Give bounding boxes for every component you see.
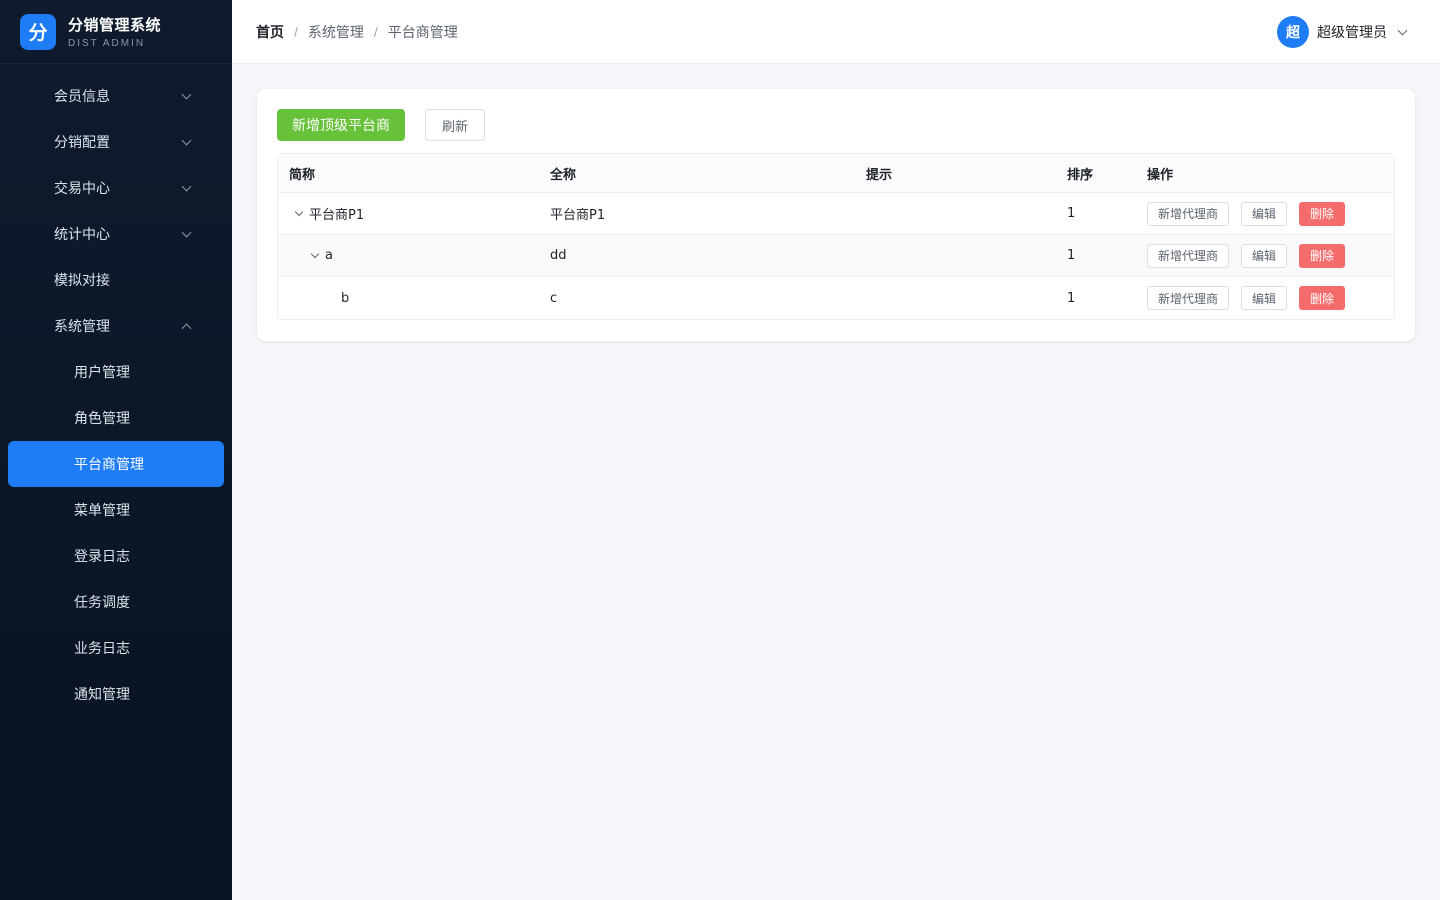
sidebar-item-system-management[interactable]: 系统管理 — [0, 303, 232, 349]
sidebar-subitem-menu-management[interactable]: 菜单管理 — [0, 487, 232, 533]
chevron-down-icon — [181, 181, 192, 192]
delete-button[interactable]: 删除 — [1299, 286, 1346, 310]
edit-button[interactable]: 编辑 — [1241, 243, 1288, 268]
chevron-down-icon — [1397, 25, 1408, 35]
sidebar-item-label: 交易中心 — [54, 181, 110, 197]
sidebar-subitem-role-management[interactable]: 角色管理 — [0, 395, 232, 441]
add-agent-button[interactable]: 新增代理商 — [1147, 201, 1230, 226]
cell-sort: 1 — [1067, 290, 1076, 306]
chevron-down-icon — [181, 135, 192, 146]
user-menu[interactable]: 超 超级管理员 — [1277, 16, 1408, 48]
breadcrumb-home[interactable]: 首页 — [256, 22, 284, 42]
breadcrumb-separator: / — [294, 23, 298, 40]
toolbar: 新增顶级平台商 刷新 — [277, 109, 1395, 141]
chevron-down-icon — [181, 89, 192, 100]
header-short-name: 简称 — [289, 167, 316, 183]
brand-title: 分销管理系统 — [68, 16, 162, 34]
sidebar-item-label: 会员信息 — [54, 89, 110, 105]
sidebar-subitem-task-scheduling[interactable]: 任务调度 — [0, 579, 232, 625]
brand: 分 分销管理系统 DIST ADMIN — [0, 0, 232, 64]
sidebar-item-label: 系统管理 — [54, 319, 110, 335]
header-hint: 提示 — [866, 167, 893, 183]
sidebar-item-mock-integration[interactable]: 模拟对接 — [0, 257, 232, 303]
delete-button[interactable]: 删除 — [1299, 243, 1346, 268]
edit-button[interactable]: 编辑 — [1241, 286, 1288, 310]
sidebar-item-stats-center[interactable]: 统计中心 — [0, 211, 232, 257]
cell-sort: 1 — [1067, 248, 1076, 263]
cell-full-name: c — [550, 290, 558, 306]
sidebar-subitem-user-management[interactable]: 用户管理 — [0, 349, 232, 395]
cell-sort: 1 — [1067, 206, 1076, 221]
breadcrumb-current: 平台商管理 — [387, 24, 458, 41]
platform-table: 简称 全称 提示 排序 操作 平台商P1 平台商P1 1 新增代理商 编辑 删除 — [277, 153, 1395, 320]
cell-full-name: dd — [550, 248, 567, 263]
add-top-platform-button[interactable]: 新增顶级平台商 — [277, 109, 405, 141]
table-row: a dd 1 新增代理商 编辑 删除 — [278, 235, 1394, 277]
add-agent-button[interactable]: 新增代理商 — [1147, 243, 1230, 268]
header-full-name: 全称 — [550, 167, 577, 183]
table-row: b c 1 新增代理商 编辑 删除 — [278, 277, 1394, 319]
edit-button[interactable]: 编辑 — [1241, 201, 1288, 226]
add-agent-button[interactable]: 新增代理商 — [1147, 286, 1230, 310]
sidebar-subitem-business-log[interactable]: 业务日志 — [0, 625, 232, 671]
sidebar: 分 分销管理系统 DIST ADMIN 会员信息 分销配置 交易中心 统计中心 … — [0, 0, 232, 900]
sidebar-menu: 会员信息 分销配置 交易中心 统计中心 模拟对接 系统管理 用户管理 角色管理 … — [0, 64, 232, 717]
cell-full-name: 平台商P1 — [550, 208, 606, 223]
sidebar-subitem-login-log[interactable]: 登录日志 — [0, 533, 232, 579]
chevron-up-icon — [181, 323, 192, 334]
cell-short-name: a — [325, 248, 333, 263]
sidebar-item-member-info[interactable]: 会员信息 — [0, 73, 232, 119]
header-sort: 排序 — [1067, 167, 1094, 183]
breadcrumb-system[interactable]: 系统管理 — [308, 22, 364, 42]
sidebar-subitem-platform-management[interactable]: 平台商管理 — [8, 441, 224, 487]
header-actions: 操作 — [1147, 167, 1174, 183]
main-card: 新增顶级平台商 刷新 简称 全称 提示 排序 操作 平台商P1 平台商P1 1 … — [257, 89, 1415, 341]
brand-subtitle: DIST ADMIN — [68, 38, 146, 49]
sidebar-item-trade-center[interactable]: 交易中心 — [0, 165, 232, 211]
sidebar-item-dist-config[interactable]: 分销配置 — [0, 119, 232, 165]
breadcrumb-separator: / — [373, 23, 378, 40]
delete-button[interactable]: 删除 — [1299, 201, 1346, 226]
chevron-down-icon — [181, 227, 192, 238]
sidebar-item-label: 分销配置 — [54, 135, 110, 151]
user-name: 超级管理员 — [1317, 25, 1387, 41]
refresh-button[interactable]: 刷新 — [425, 109, 485, 141]
table-header-row: 简称 全称 提示 排序 操作 — [278, 154, 1394, 193]
cell-short-name: 平台商P1 — [309, 208, 365, 223]
breadcrumb: 首页 / 系统管理 / 平台商管理 — [256, 22, 458, 42]
table-row: 平台商P1 平台商P1 1 新增代理商 编辑 删除 — [278, 193, 1394, 235]
avatar: 超 — [1277, 16, 1309, 48]
cell-short-name: b — [341, 290, 350, 306]
top-header: 首页 / 系统管理 / 平台商管理 超 超级管理员 — [232, 0, 1440, 64]
sidebar-item-label: 模拟对接 — [54, 273, 110, 289]
expand-chevron-icon[interactable] — [294, 207, 304, 216]
expand-chevron-icon[interactable] — [310, 249, 320, 258]
brand-logo: 分 — [20, 13, 56, 50]
sidebar-subitem-notice-management[interactable]: 通知管理 — [0, 671, 232, 717]
sidebar-item-label: 统计中心 — [54, 227, 110, 243]
